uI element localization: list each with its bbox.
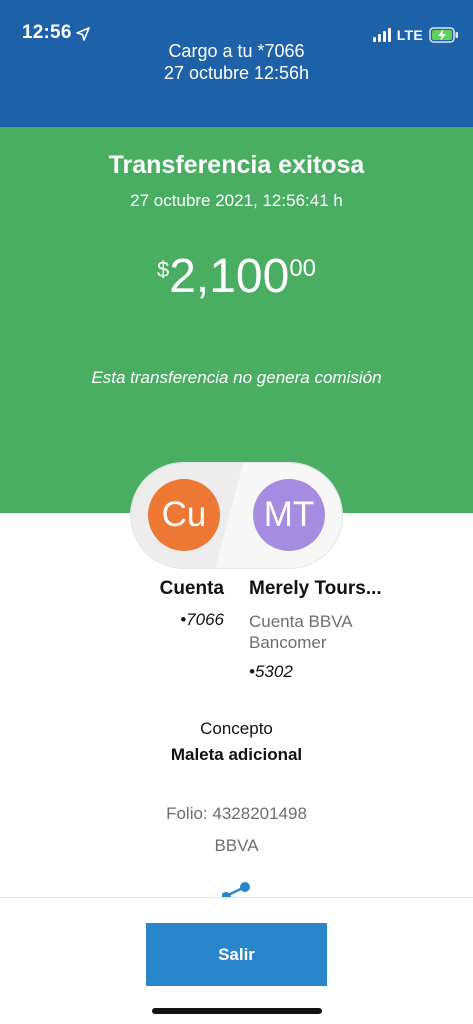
amount-currency: $ [156,257,170,282]
header-charge-date: 27 octubre 12:56h [163,63,310,83]
exit-button[interactable]: Salir [146,923,327,986]
location-arrow-icon [76,27,90,41]
success-title: Transferencia exitosa [108,151,365,179]
transfer-amount: $2,10000 [0,253,473,301]
concept-label: Concepto [200,719,273,738]
bottom-action-bar: Salir [0,897,473,1024]
header-charge-account: Cargo a tu *7066 [168,41,305,61]
bank-name: BBVA [214,836,259,855]
destination-bank-line2: Bancomer [249,633,327,652]
commission-note: Esta transferencia no genera comisión [91,368,382,387]
destination-account-name: Merely Tours... [249,578,382,599]
destination-account-number: •5302 [249,662,293,681]
success-datetime: 27 octubre 2021, 12:56:41 h [130,191,343,210]
amount-main: 2,100 [169,250,290,303]
destination-bank-line1: Cuenta BBVA [249,612,353,631]
top-header: 12:56 LTE Cargo a tu *7066 27 octubre 12… [0,0,473,127]
origin-account-name: Cuenta [159,578,224,599]
share-icon[interactable] [222,879,252,897]
concept-value: Maleta adicional [170,745,303,764]
destination-avatar: MT [253,479,325,551]
origin-avatar: Cu [148,479,220,551]
signal-icon [372,28,391,42]
success-panel: Transferencia exitosa 27 octubre 2021, 1… [0,127,473,513]
home-indicator[interactable] [152,1008,322,1014]
amount-cents: 00 [289,255,317,282]
origin-account-number: •7066 [180,610,224,629]
accounts-avatar-pill: Cu MT [131,463,342,568]
transfer-receipt-screen: 12:56 LTE Cargo a tu *7066 27 octubre 12… [0,0,473,1024]
folio-number: Folio: 4328201498 [166,804,307,823]
